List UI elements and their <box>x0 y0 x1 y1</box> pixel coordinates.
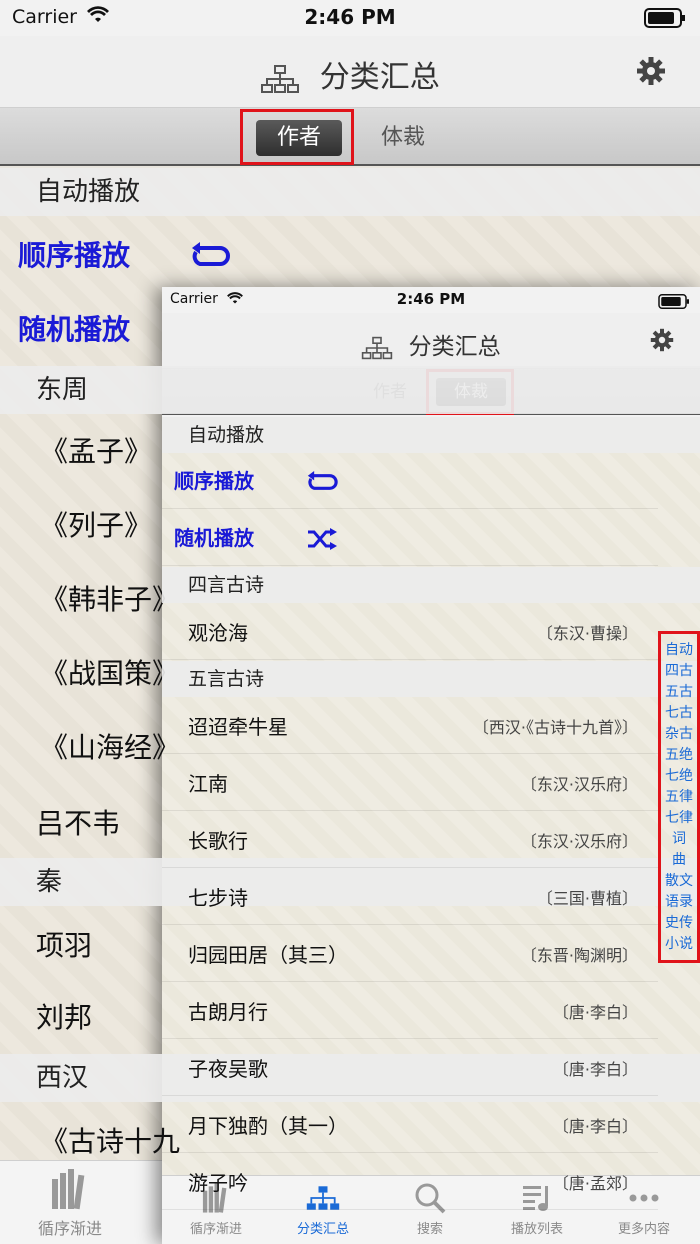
poem-title: 古朗月行 <box>188 1000 268 1024</box>
random-play-label: 随机播放 <box>174 526 254 550</box>
segment-genre[interactable]: 体裁 <box>360 120 446 156</box>
index-item[interactable]: 散文 <box>661 871 697 892</box>
poem-author: 〔唐·李白〕 <box>552 1003 638 1022</box>
index-item[interactable]: 五古 <box>661 682 697 703</box>
sequential-play-button[interactable]: 顺序播放 <box>0 234 700 274</box>
tab-label: 更多内容 <box>617 1222 670 1237</box>
genre-list[interactable]: 自动播放 顺序播放 随机播放 四言古诗 观沧海 〔东汉·曹操〕 五言古诗 迢迢牵… <box>162 417 700 1210</box>
list-item[interactable]: 古朗月行 〔唐·李白〕 <box>162 982 658 1039</box>
nav-bar: 分类汇总 <box>0 36 700 108</box>
poem-title: 长歌行 <box>188 829 248 853</box>
list-item[interactable]: 游子吟 〔唐·孟郊〕 <box>162 1153 658 1210</box>
poem-author: 〔东晋·陶渊明〕 <box>520 946 638 965</box>
sequential-play-label: 顺序播放 <box>18 239 131 272</box>
poem-author: 〔东汉·曹操〕 <box>536 624 638 643</box>
list-item[interactable]: 归园田居（其三） 〔东晋·陶渊明〕 <box>162 925 658 982</box>
section-header: 五言古诗 <box>162 661 700 697</box>
tab-label: 搜索 <box>416 1222 443 1237</box>
list-item[interactable]: 月下独酌（其一） 〔唐·李白〕 <box>162 1096 658 1153</box>
poem-author: 〔唐·李白〕 <box>552 1060 638 1079</box>
poem-author: 〔西汉·《古诗十九首》〕 <box>472 718 638 737</box>
index-item[interactable]: 四古 <box>661 661 697 682</box>
repeat-icon <box>192 242 230 266</box>
books-icon <box>52 1169 85 1210</box>
battery-icon <box>658 294 689 309</box>
index-item[interactable]: 史传 <box>661 913 697 934</box>
list-item[interactable]: 子夜吴歌 〔唐·李白〕 <box>162 1039 658 1096</box>
section-header: 四言古诗 <box>162 567 700 603</box>
tab-label: 分类汇总 <box>296 1222 349 1237</box>
status-time: 2:46 PM <box>396 290 466 308</box>
battery-icon <box>644 8 685 28</box>
status-time: 2:46 PM <box>304 5 396 29</box>
section-header: 自动播放 <box>162 417 700 453</box>
section-header: 自动播放 <box>0 168 700 216</box>
poem-title: 月下独酌（其一） <box>188 1114 348 1138</box>
index-item[interactable]: 自动 <box>661 640 697 661</box>
index-item[interactable]: 杂古 <box>661 724 697 745</box>
random-play-button[interactable]: 随机播放 <box>162 510 658 566</box>
index-item[interactable]: 七律 <box>661 808 697 829</box>
list-item[interactable]: 迢迢牵牛星 〔西汉·《古诗十九首》〕 <box>162 697 658 754</box>
random-play-button[interactable]: 随机播放 <box>0 308 700 348</box>
index-item[interactable]: 曲 <box>661 850 697 871</box>
tab-sequential[interactable]: 循序渐进 <box>30 1167 110 1239</box>
segmented-control: 作者 体裁 <box>0 108 700 166</box>
foreground-screen: Carrier 2:46 PM 分类汇总 作者 体裁 自动播放 顺序播放 随机播… <box>162 287 700 1244</box>
list-item[interactable]: 观沧海 〔东汉·曹操〕 <box>162 603 658 660</box>
poem-author: 〔唐·李白〕 <box>552 1117 638 1136</box>
sequential-play-button[interactable]: 顺序播放 <box>162 453 658 509</box>
index-item[interactable]: 七古 <box>661 703 697 724</box>
index-item[interactable]: 词 <box>661 829 697 850</box>
poem-author: 〔三国·曹植〕 <box>536 889 638 908</box>
tab-label: 播放列表 <box>510 1222 563 1237</box>
poem-title: 子夜吴歌 <box>188 1057 268 1081</box>
index-item[interactable]: 语录 <box>661 892 697 913</box>
poem-title: 归园田居（其三） <box>188 943 348 967</box>
tab-label: 循序渐进 <box>37 1219 102 1238</box>
index-item[interactable]: 五绝 <box>661 745 697 766</box>
poem-title: 观沧海 <box>188 621 248 645</box>
poem-title: 七步诗 <box>188 886 248 910</box>
page-title: 分类汇总 <box>319 60 440 95</box>
hierarchy-icon <box>261 64 300 93</box>
poem-title: 游子吟 <box>188 1171 248 1195</box>
poem-title: 迢迢牵牛星 <box>188 715 288 739</box>
tab-label: 循序渐进 <box>189 1222 242 1237</box>
sequential-play-label: 顺序播放 <box>174 469 254 493</box>
highlight-box <box>240 109 354 165</box>
gear-icon[interactable] <box>636 56 666 86</box>
shuffle-icon <box>308 528 337 550</box>
repeat-icon <box>307 471 338 490</box>
index-item[interactable]: 五律 <box>661 787 697 808</box>
section-header: 东周 <box>0 366 700 414</box>
poem-author: 〔唐·孟郊〕 <box>552 1174 638 1193</box>
index-item[interactable]: 七绝 <box>661 766 697 787</box>
list-item[interactable]: 长歌行 〔东汉·汉乐府〕 <box>162 811 658 868</box>
status-bar: Carrier 2:46 PM <box>0 0 700 36</box>
index-item[interactable]: 小说 <box>661 934 697 955</box>
poem-author: 〔东汉·汉乐府〕 <box>520 832 638 851</box>
poem-title: 江南 <box>188 772 228 796</box>
list-item[interactable]: 七步诗 〔三国·曹植〕 <box>162 868 658 925</box>
section-index[interactable]: 自动 四古 五古 七古 杂古 五绝 七绝 五律 七律 词 曲 散文 语录 史传 … <box>658 631 700 963</box>
list-item[interactable]: 江南 〔东汉·汉乐府〕 <box>162 754 658 811</box>
poem-author: 〔东汉·汉乐府〕 <box>520 775 638 794</box>
